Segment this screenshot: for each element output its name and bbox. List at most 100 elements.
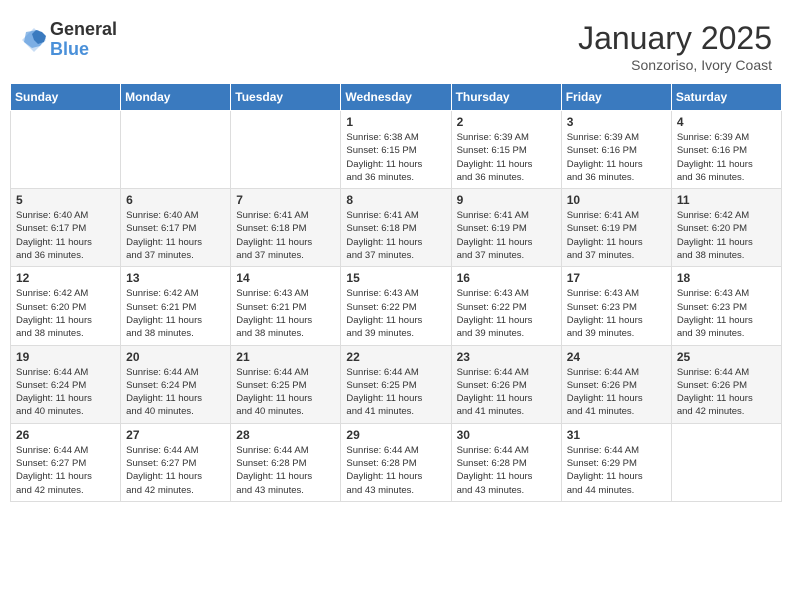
calendar-cell: 8 Sunrise: 6:41 AM Sunset: 6:18 PM Daylig… [341, 189, 451, 267]
calendar-cell: 24 Sunrise: 6:44 AM Sunset: 6:26 PM Dayli… [561, 345, 671, 423]
logo-blue-text: Blue [50, 40, 117, 60]
day-info: Sunrise: 6:42 AM Sunset: 6:20 PM Dayligh… [677, 209, 776, 262]
day-info: Sunrise: 6:44 AM Sunset: 6:29 PM Dayligh… [567, 444, 666, 497]
day-number: 6 [126, 193, 225, 207]
day-info: Sunrise: 6:44 AM Sunset: 6:26 PM Dayligh… [457, 366, 556, 419]
calendar-cell: 2Sunrise: 6:39 AM Sunset: 6:15 PM Daylig… [451, 111, 561, 189]
calendar-cell: 30Sunrise: 6:44 AM Sunset: 6:28 PM Dayli… [451, 423, 561, 501]
day-info: Sunrise: 6:41 AM Sunset: 6:18 PM Dayligh… [346, 209, 445, 262]
header-day-monday: Monday [121, 84, 231, 111]
calendar-cell: 19 Sunrise: 6:44 AM Sunset: 6:24 PM Dayli… [11, 345, 121, 423]
day-number: 30 [457, 428, 556, 442]
calendar-cell [11, 111, 121, 189]
header-row: SundayMondayTuesdayWednesdayThursdayFrid… [11, 84, 782, 111]
calendar-cell [231, 111, 341, 189]
day-info: Sunrise: 6:44 AM Sunset: 6:25 PM Dayligh… [236, 366, 335, 419]
day-info: Sunrise: 6:43 AM Sunset: 6:21 PM Dayligh… [236, 287, 335, 340]
logo-text: General Blue [50, 20, 117, 60]
calendar-cell: 15Sunrise: 6:43 AM Sunset: 6:22 PM Dayli… [341, 267, 451, 345]
day-number: 27 [126, 428, 225, 442]
calendar-cell: 27 Sunrise: 6:44 AM Sunset: 6:27 PM Dayli… [121, 423, 231, 501]
header-day-sunday: Sunday [11, 84, 121, 111]
header-day-thursday: Thursday [451, 84, 561, 111]
day-info: Sunrise: 6:38 AM Sunset: 6:15 PM Dayligh… [346, 131, 445, 184]
calendar-cell: 31 Sunrise: 6:44 AM Sunset: 6:29 PM Dayli… [561, 423, 671, 501]
day-number: 21 [236, 350, 335, 364]
day-number: 23 [457, 350, 556, 364]
day-info: Sunrise: 6:44 AM Sunset: 6:27 PM Dayligh… [16, 444, 115, 497]
calendar-cell: 26 Sunrise: 6:44 AM Sunset: 6:27 PM Dayli… [11, 423, 121, 501]
calendar-cell: 16 Sunrise: 6:43 AM Sunset: 6:22 PM Dayli… [451, 267, 561, 345]
day-info: Sunrise: 6:41 AM Sunset: 6:19 PM Dayligh… [457, 209, 556, 262]
calendar-cell: 1Sunrise: 6:38 AM Sunset: 6:15 PM Daylig… [341, 111, 451, 189]
day-info: Sunrise: 6:44 AM Sunset: 6:27 PM Dayligh… [126, 444, 225, 497]
calendar-cell: 13Sunrise: 6:42 AM Sunset: 6:21 PM Dayli… [121, 267, 231, 345]
day-number: 20 [126, 350, 225, 364]
logo: General Blue [20, 20, 117, 60]
calendar-cell: 9 Sunrise: 6:41 AM Sunset: 6:19 PM Daylig… [451, 189, 561, 267]
day-number: 8 [346, 193, 445, 207]
day-number: 9 [457, 193, 556, 207]
day-info: Sunrise: 6:44 AM Sunset: 6:24 PM Dayligh… [126, 366, 225, 419]
calendar-week-3: 12 Sunrise: 6:42 AM Sunset: 6:20 PM Dayli… [11, 267, 782, 345]
day-number: 18 [677, 271, 776, 285]
calendar-cell [671, 423, 781, 501]
calendar-cell: 3Sunrise: 6:39 AM Sunset: 6:16 PM Daylig… [561, 111, 671, 189]
day-number: 31 [567, 428, 666, 442]
calendar-cell: 5Sunrise: 6:40 AM Sunset: 6:17 PM Daylig… [11, 189, 121, 267]
day-info: Sunrise: 6:44 AM Sunset: 6:28 PM Dayligh… [346, 444, 445, 497]
day-number: 24 [567, 350, 666, 364]
calendar-week-2: 5 Sunrise: 6:40 AM Sunset: 6:17 PM Daylig… [11, 189, 782, 267]
day-number: 26 [16, 428, 115, 442]
day-info: Sunrise: 6:44 AM Sunset: 6:26 PM Dayligh… [567, 366, 666, 419]
calendar-body: 1Sunrise: 6:38 AM Sunset: 6:15 PM Daylig… [11, 111, 782, 502]
day-number: 10 [567, 193, 666, 207]
day-number: 17 [567, 271, 666, 285]
calendar-week-5: 26 Sunrise: 6:44 AM Sunset: 6:27 PM Dayli… [11, 423, 782, 501]
day-number: 16 [457, 271, 556, 285]
calendar-cell: 23 Sunrise: 6:44 AM Sunset: 6:26 PM Dayli… [451, 345, 561, 423]
location-text: Sonzoriso, Ivory Coast [578, 57, 772, 73]
day-number: 14 [236, 271, 335, 285]
day-info: Sunrise: 6:43 AM Sunset: 6:23 PM Dayligh… [677, 287, 776, 340]
calendar-cell: 21 Sunrise: 6:44 AM Sunset: 6:25 PM Dayli… [231, 345, 341, 423]
day-number: 28 [236, 428, 335, 442]
day-number: 3 [567, 115, 666, 129]
calendar-cell: 18 Sunrise: 6:43 AM Sunset: 6:23 PM Dayli… [671, 267, 781, 345]
calendar-header: SundayMondayTuesdayWednesdayThursdayFrid… [11, 84, 782, 111]
month-title: January 2025 [578, 20, 772, 57]
calendar-cell: 25Sunrise: 6:44 AM Sunset: 6:26 PM Dayli… [671, 345, 781, 423]
logo-icon [20, 26, 48, 54]
day-info: Sunrise: 6:43 AM Sunset: 6:22 PM Dayligh… [346, 287, 445, 340]
day-info: Sunrise: 6:42 AM Sunset: 6:20 PM Dayligh… [16, 287, 115, 340]
day-info: Sunrise: 6:41 AM Sunset: 6:19 PM Dayligh… [567, 209, 666, 262]
page-header: General Blue January 2025 Sonzoriso, Ivo… [10, 10, 782, 78]
day-info: Sunrise: 6:39 AM Sunset: 6:16 PM Dayligh… [677, 131, 776, 184]
calendar-cell: 28 Sunrise: 6:44 AM Sunset: 6:28 PM Dayli… [231, 423, 341, 501]
day-number: 22 [346, 350, 445, 364]
day-info: Sunrise: 6:43 AM Sunset: 6:22 PM Dayligh… [457, 287, 556, 340]
header-day-saturday: Saturday [671, 84, 781, 111]
day-info: Sunrise: 6:41 AM Sunset: 6:18 PM Dayligh… [236, 209, 335, 262]
day-number: 19 [16, 350, 115, 364]
calendar-cell: 14 Sunrise: 6:43 AM Sunset: 6:21 PM Dayli… [231, 267, 341, 345]
day-info: Sunrise: 6:44 AM Sunset: 6:28 PM Dayligh… [236, 444, 335, 497]
calendar-week-4: 19 Sunrise: 6:44 AM Sunset: 6:24 PM Dayli… [11, 345, 782, 423]
calendar-cell: 7Sunrise: 6:41 AM Sunset: 6:18 PM Daylig… [231, 189, 341, 267]
day-number: 12 [16, 271, 115, 285]
header-day-tuesday: Tuesday [231, 84, 341, 111]
calendar-cell: 22Sunrise: 6:44 AM Sunset: 6:25 PM Dayli… [341, 345, 451, 423]
calendar-cell: 11Sunrise: 6:42 AM Sunset: 6:20 PM Dayli… [671, 189, 781, 267]
day-number: 25 [677, 350, 776, 364]
calendar-cell: 4Sunrise: 6:39 AM Sunset: 6:16 PM Daylig… [671, 111, 781, 189]
day-number: 29 [346, 428, 445, 442]
day-number: 5 [16, 193, 115, 207]
day-info: Sunrise: 6:44 AM Sunset: 6:24 PM Dayligh… [16, 366, 115, 419]
calendar-week-1: 1Sunrise: 6:38 AM Sunset: 6:15 PM Daylig… [11, 111, 782, 189]
title-block: January 2025 Sonzoriso, Ivory Coast [578, 20, 772, 73]
day-info: Sunrise: 6:42 AM Sunset: 6:21 PM Dayligh… [126, 287, 225, 340]
calendar-cell: 6 Sunrise: 6:40 AM Sunset: 6:17 PM Daylig… [121, 189, 231, 267]
day-info: Sunrise: 6:39 AM Sunset: 6:15 PM Dayligh… [457, 131, 556, 184]
logo-general-text: General [50, 20, 117, 40]
day-info: Sunrise: 6:40 AM Sunset: 6:17 PM Dayligh… [126, 209, 225, 262]
